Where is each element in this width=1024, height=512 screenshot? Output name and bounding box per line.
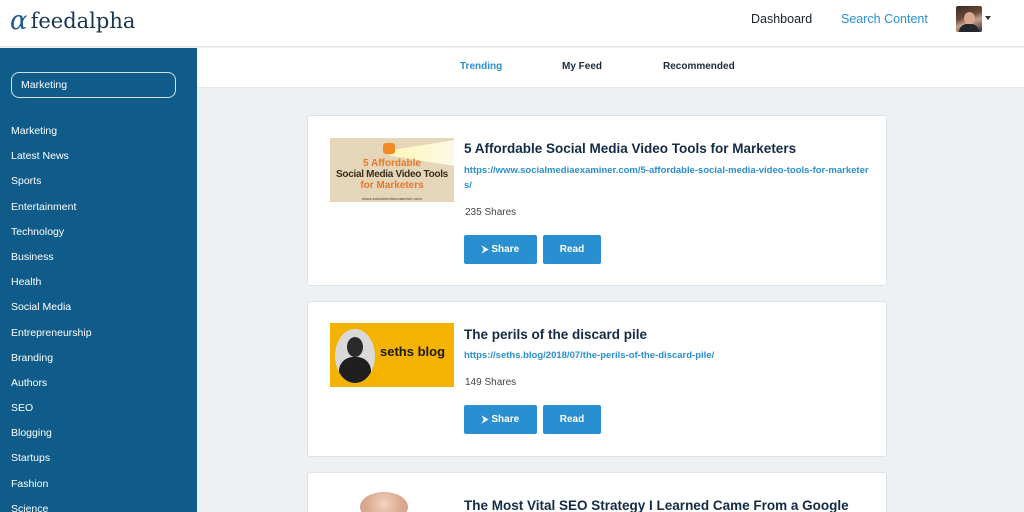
tab-trending[interactable]: Trending	[460, 61, 502, 72]
read-button[interactable]: Read	[543, 235, 601, 264]
sidebar-item-fashion[interactable]: Fashion	[11, 477, 92, 502]
article-url[interactable]: https://www.socialmediaexaminer.com/5-af…	[464, 163, 874, 193]
share-icon: ⮞	[481, 244, 489, 254]
logo[interactable]: α feedalpha	[10, 8, 135, 34]
article-thumbnail[interactable]: seths blog	[330, 323, 454, 387]
sidebar-item-branding[interactable]: Branding	[11, 351, 92, 376]
thumbnail-text: seths blog	[380, 344, 446, 359]
sidebar-item-blogging[interactable]: Blogging	[11, 426, 92, 451]
thumbnail-text: Social Media Video Tools	[336, 169, 448, 180]
user-avatar[interactable]	[956, 6, 982, 32]
article-title[interactable]: 5 Affordable Social Media Video Tools fo…	[464, 141, 796, 156]
nav-search-content-link[interactable]: Search Content	[841, 12, 928, 26]
sidebar-topic-list: Marketing Latest News Sports Entertainment T…	[11, 124, 92, 512]
sidebar-item-social-media[interactable]: Social Media	[11, 300, 92, 325]
read-button[interactable]: Read	[543, 405, 601, 434]
sidebar-item-sports[interactable]: Sports	[11, 174, 92, 199]
chevron-down-icon[interactable]	[985, 16, 991, 20]
sidebar: MarketingLatest NewsSportsEntertainmentT…	[0, 48, 197, 512]
share-button[interactable]: ⮞ Share	[464, 235, 537, 264]
author-head	[347, 337, 363, 357]
thumbnail-credit: www.socialmediaexaminer.com	[362, 196, 422, 201]
topic-search-input[interactable]	[11, 72, 176, 98]
thumbnail-text: for Marketers	[360, 180, 424, 191]
tab-my-feed[interactable]: My Feed	[562, 61, 602, 72]
share-button-label: Share	[491, 244, 520, 255]
article-thumbnail[interactable]: 5 Affordable Social Media Video Tools fo…	[330, 138, 454, 202]
logo-text: feedalpha	[30, 9, 136, 33]
article-url[interactable]: https://seths.blog/2018/07/the-perils-of…	[464, 348, 874, 363]
thumbnail-text: 5 Affordable	[363, 158, 421, 169]
share-button[interactable]: ⮞ Share	[464, 405, 537, 434]
article-card: 5 Affordable Social Media Video Tools fo…	[307, 115, 887, 286]
article-card: seths blog The perils of the discard pil…	[307, 301, 887, 457]
sidebar-item-latest-news[interactable]: Latest News	[11, 149, 92, 174]
sidebar-item-seo[interactable]: SEO	[11, 401, 92, 426]
sidebar-item-science[interactable]: Science	[11, 502, 92, 512]
share-icon: ⮞	[481, 414, 489, 424]
avatar-body	[959, 24, 979, 32]
alpha-logo-icon: α	[10, 6, 28, 36]
share-count: 149 Shares	[465, 377, 517, 388]
sidebar-item-marketing[interactable]: Marketing	[11, 124, 92, 149]
sidebar-item-entrepreneurship[interactable]: Entrepreneurship	[11, 326, 92, 351]
nav-dashboard-link[interactable]: Dashboard	[751, 12, 812, 26]
share-button-label: Share	[491, 414, 520, 425]
top-header: α feedalpha Dashboard Search Content	[0, 0, 1024, 47]
article-title[interactable]: The Most Vital SEO Strategy I Learned Ca…	[464, 498, 849, 512]
camera-icon	[383, 143, 395, 154]
sidebar-item-technology[interactable]: Technology	[11, 225, 92, 250]
author-photo	[335, 329, 375, 383]
article-title[interactable]: The perils of the discard pile	[464, 327, 647, 342]
tab-recommended[interactable]: Recommended	[663, 61, 735, 72]
sidebar-item-health[interactable]: Health	[11, 275, 92, 300]
share-count: 235 Shares	[465, 207, 517, 218]
sidebar-item-entertainment[interactable]: Entertainment	[11, 200, 92, 225]
author-torso	[339, 357, 371, 383]
sidebar-item-authors[interactable]: Authors	[11, 376, 92, 401]
sidebar-item-business[interactable]: Business	[11, 250, 92, 275]
sidebar-item-startups[interactable]: Startups	[11, 451, 92, 476]
feed-tabs: Trending My Feed Recommended	[197, 48, 1024, 88]
